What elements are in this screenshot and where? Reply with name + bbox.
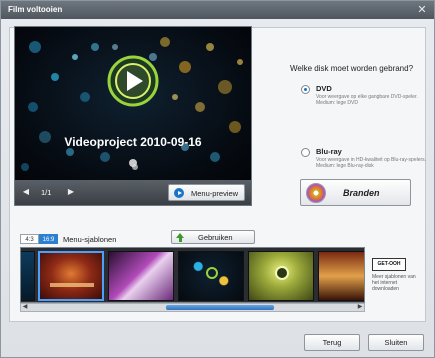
template-thumbnail[interactable]	[248, 251, 314, 301]
scrollbar-thumb[interactable]	[166, 305, 274, 310]
window-title: Film voltooien	[8, 5, 63, 14]
dvd-description: Voor weergave op elke gangbare DVD-spele…	[316, 94, 418, 106]
menu-preview-panel: Videoproject 2010-09-16 ◀ 1/1 ▶ Menu-pre…	[14, 26, 252, 206]
play-icon	[174, 188, 184, 198]
arrow-up-icon	[176, 233, 184, 242]
templates-label: Menu-sjablonen	[63, 235, 117, 244]
menu-preview-button[interactable]: Menu-preview	[168, 184, 245, 201]
template-scrollbar[interactable]: ◀ ▶	[20, 303, 365, 312]
dvd-label: DVD	[316, 84, 332, 93]
bluray-radio[interactable]	[301, 148, 310, 157]
template-thumbnail[interactable]	[38, 251, 104, 301]
menu-preview-label: Menu-preview	[191, 189, 239, 198]
template-thumbnail[interactable]	[21, 251, 35, 301]
title-bar: Film voltooien ✕	[1, 1, 434, 19]
get-more-logo[interactable]: GET-OOH	[372, 258, 406, 271]
template-thumbnail[interactable]	[318, 251, 364, 301]
project-title: Videoproject 2010-09-16	[64, 135, 202, 149]
next-page-icon[interactable]: ▶	[65, 186, 77, 198]
preview-video: Videoproject 2010-09-16	[15, 27, 251, 180]
aspect-16-9-button[interactable]: 16:9	[39, 234, 58, 244]
aspect-4-3-button[interactable]: 4:3	[20, 234, 39, 244]
get-more-description[interactable]: Meer sjablonen van het internet download…	[372, 274, 420, 292]
scroll-right-icon[interactable]: ▶	[356, 304, 364, 311]
use-template-button[interactable]: Gebruiken	[171, 230, 255, 244]
use-template-label: Gebruiken	[198, 233, 233, 242]
template-strip	[20, 247, 365, 303]
prev-page-icon[interactable]: ◀	[20, 186, 32, 198]
disc-icon	[306, 183, 326, 203]
bokeh-background	[21, 37, 243, 171]
page-counter: 1/1	[41, 188, 52, 197]
scroll-left-icon[interactable]: ◀	[21, 304, 29, 311]
bluray-description: Voor weergave in HD-kwaliteit op Blu-ray…	[316, 157, 427, 169]
finish-movie-window: Film voltooien ✕ Videoproject 2010-09-16…	[0, 0, 435, 358]
burn-label: Branden	[343, 188, 380, 198]
close-icon[interactable]: ✕	[415, 3, 429, 17]
template-thumbnail[interactable]	[108, 251, 174, 301]
back-button[interactable]: Terug	[304, 334, 360, 351]
preview-controls: ◀ 1/1 ▶ Menu-preview	[15, 180, 251, 205]
bluray-label: Blu-ray	[316, 147, 342, 156]
close-button[interactable]: Sluiten	[368, 334, 424, 351]
disc-question: Welke disk moet worden gebrand?	[290, 64, 414, 73]
template-thumbnail[interactable]	[178, 251, 244, 301]
dvd-radio[interactable]	[301, 85, 310, 94]
burn-button[interactable]: Branden	[300, 179, 411, 206]
